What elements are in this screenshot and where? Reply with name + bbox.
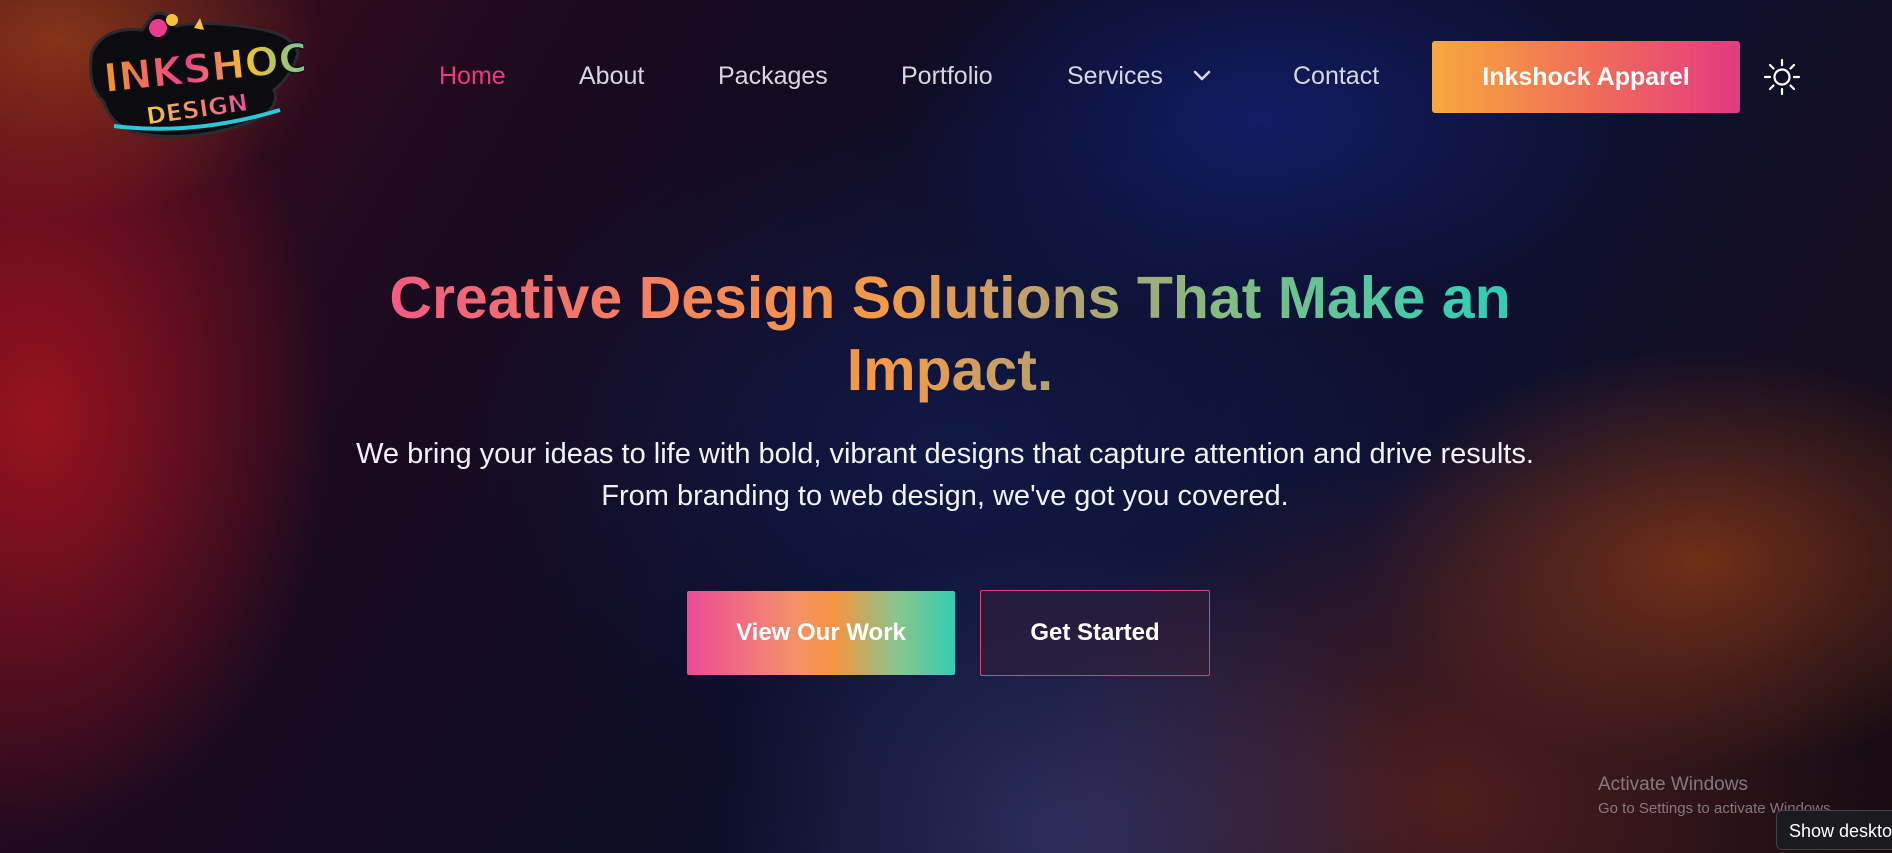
view-our-work-button[interactable]: View Our Work [687, 591, 955, 675]
get-started-button[interactable]: Get Started [980, 590, 1210, 676]
chevron-down-icon[interactable] [1190, 56, 1214, 96]
nav-portfolio[interactable]: Portfolio [901, 56, 993, 96]
brand-logo[interactable]: INKSHOCK DESIGN [84, 6, 344, 146]
page: INKSHOCK DESIGN Home About Packages Port… [0, 0, 1892, 853]
nav-services[interactable]: Services [1067, 56, 1163, 96]
nav-packages[interactable]: Packages [718, 56, 828, 96]
logo-graphic: INKSHOCK DESIGN [89, 11, 344, 138]
hero-title: Creative Design Solutions That Make an I… [300, 262, 1600, 406]
hero-subtitle: We bring your ideas to life with bold, v… [356, 438, 1534, 512]
show-desktop-button[interactable]: Show desktop [1776, 810, 1892, 850]
nav-contact[interactable]: Contact [1293, 56, 1379, 96]
inkshock-apparel-button[interactable]: Inkshock Apparel [1432, 41, 1740, 113]
watermark-title: Activate Windows [1598, 774, 1748, 795]
nav-about[interactable]: About [579, 56, 644, 96]
sun-icon[interactable] [1763, 58, 1801, 96]
nav-home[interactable]: Home [439, 56, 506, 96]
